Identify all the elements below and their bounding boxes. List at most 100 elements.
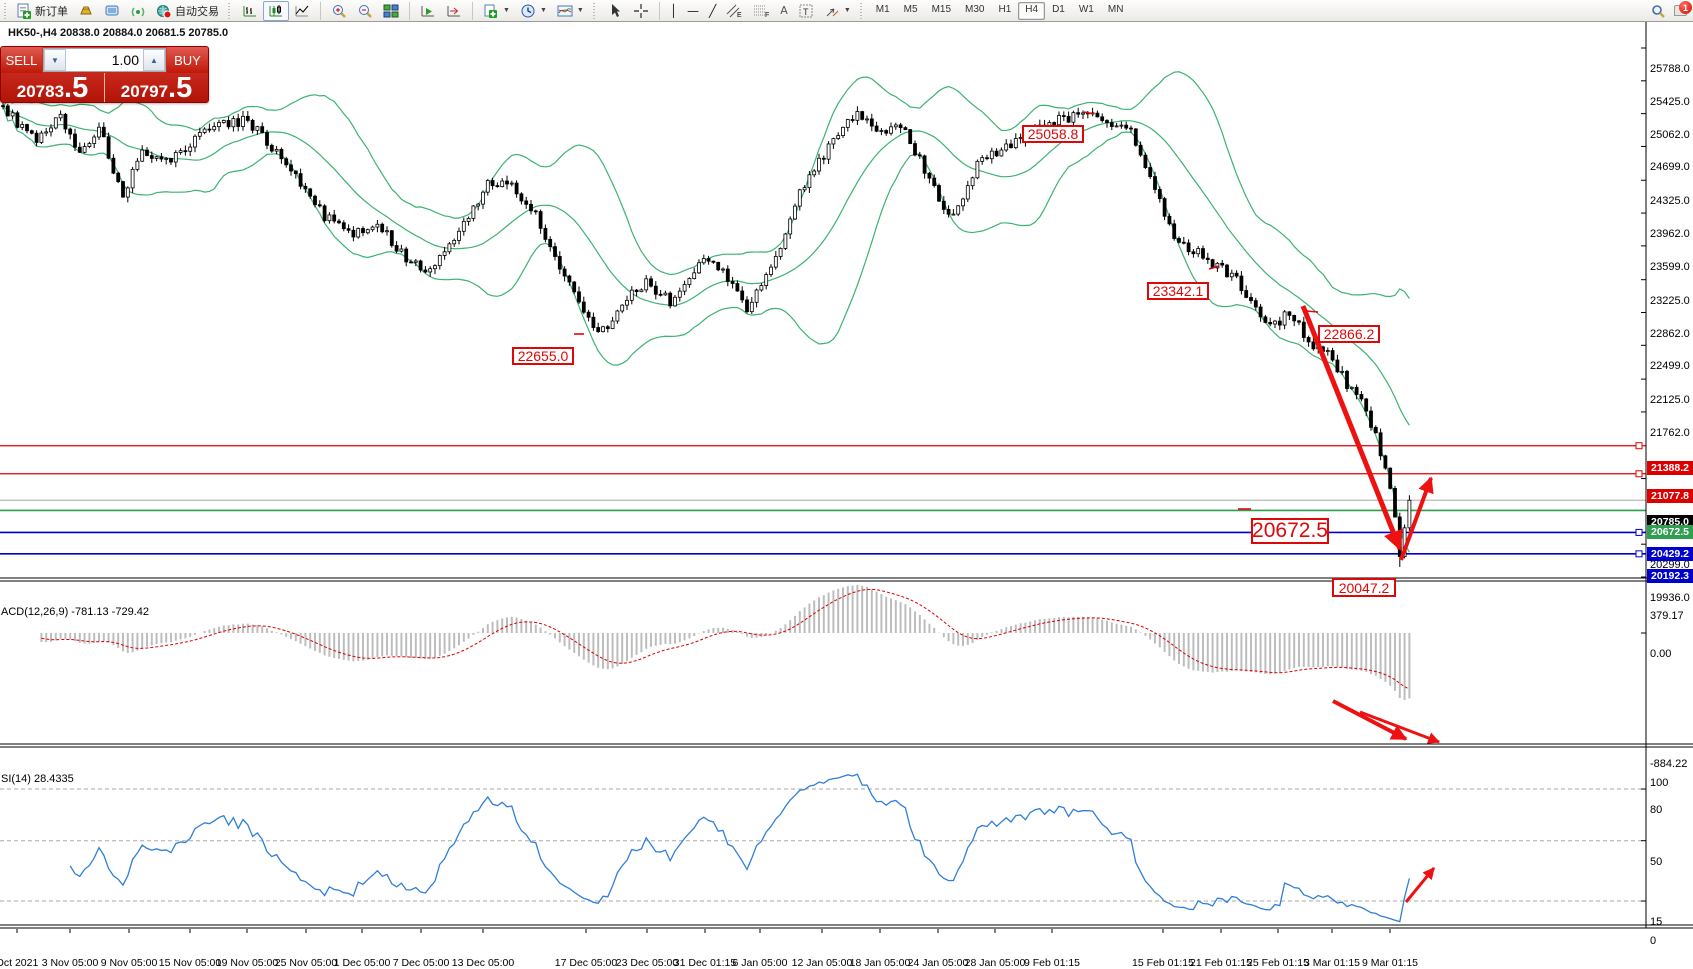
tile-windows-button[interactable] bbox=[378, 1, 404, 21]
volume-decrease-button[interactable]: ▼ bbox=[44, 49, 66, 71]
price-badge-21077.8: 21077.8 bbox=[1647, 489, 1693, 503]
price-annotation[interactable]: 25058.8 bbox=[1022, 125, 1084, 143]
text-button[interactable]: A bbox=[775, 1, 793, 21]
timeframe-button-m1[interactable]: M1 bbox=[869, 2, 897, 20]
new-chart-button[interactable]: ▼ bbox=[478, 1, 515, 21]
macd-scale-zero: 0.00 bbox=[1650, 648, 1671, 660]
vertical-line-button[interactable]: │ bbox=[665, 1, 682, 21]
chart-window[interactable]: HK50-,H4 20838.0 20884.0 20681.5 20785.0… bbox=[0, 22, 1693, 943]
toolbar-drag-handle[interactable] bbox=[228, 3, 233, 19]
bollinger-middle-band bbox=[3, 106, 1409, 425]
x-axis-label: 9 Nov 05:00 bbox=[101, 957, 158, 969]
zoom-in-button[interactable] bbox=[326, 1, 352, 21]
y-axis-tick: 23962.0 bbox=[1650, 228, 1692, 240]
level-line-marker[interactable] bbox=[1636, 471, 1642, 477]
price-annotation[interactable]: 20672.5 bbox=[1251, 518, 1329, 544]
cursor-button[interactable] bbox=[602, 1, 628, 21]
horizontal-line-button[interactable]: — bbox=[682, 1, 704, 21]
text-label-button[interactable]: T bbox=[793, 1, 819, 21]
timeframe-menu-button[interactable]: ▼ bbox=[515, 1, 552, 21]
notifications-button[interactable]: 1 bbox=[1674, 5, 1687, 16]
price-annotation[interactable]: 20047.2 bbox=[1332, 578, 1396, 597]
signals-icon bbox=[130, 3, 146, 19]
metaeditor-icon bbox=[104, 3, 120, 19]
line-chart-button[interactable] bbox=[289, 1, 315, 21]
bar-chart-icon bbox=[242, 3, 258, 19]
clock-icon bbox=[520, 3, 536, 19]
level-line-marker[interactable] bbox=[1636, 551, 1642, 557]
arrow-style-icon bbox=[824, 3, 840, 19]
y-axis-tick: 25062.0 bbox=[1650, 129, 1692, 141]
x-axis-label: 3 Nov 05:00 bbox=[42, 957, 99, 969]
autotrade-button[interactable]: 自动交易 bbox=[151, 1, 224, 21]
chart-canvas[interactable] bbox=[0, 22, 1693, 943]
equidistant-channel-button[interactable]: E bbox=[721, 1, 748, 21]
volume-input[interactable] bbox=[66, 49, 143, 71]
x-axis-label: Oct 2021 bbox=[0, 957, 38, 969]
timeframe-button-m5[interactable]: M5 bbox=[897, 2, 925, 20]
x-axis-label: 6 Jan 05:00 bbox=[733, 957, 788, 969]
buy-button[interactable]: BUY bbox=[167, 47, 208, 73]
signals-button[interactable] bbox=[125, 1, 151, 21]
buy-price[interactable]: 20797 .5 bbox=[105, 73, 208, 103]
timeframe-button-m30[interactable]: M30 bbox=[958, 2, 991, 20]
search-icon[interactable] bbox=[1650, 3, 1666, 19]
level-line-marker[interactable] bbox=[1636, 443, 1642, 449]
bar-chart-button[interactable] bbox=[237, 1, 263, 21]
timeframe-button-w1[interactable]: W1 bbox=[1072, 2, 1101, 20]
chart-shift-button[interactable] bbox=[441, 1, 467, 21]
y-axis-tick: 24325.0 bbox=[1650, 195, 1692, 207]
fibonacci-icon: F bbox=[753, 3, 770, 19]
price-badge-20672.5: 20672.5 bbox=[1647, 525, 1693, 539]
new-order-button[interactable]: 新订单 bbox=[11, 1, 73, 21]
gold-bar-icon bbox=[78, 3, 94, 19]
timeframe-button-h4[interactable]: H4 bbox=[1018, 2, 1045, 20]
trend-arrow[interactable] bbox=[1401, 478, 1431, 560]
timeframe-button-d1[interactable]: D1 bbox=[1045, 2, 1072, 20]
zoom-out-button[interactable] bbox=[352, 1, 378, 21]
sell-price[interactable]: 20783 .5 bbox=[1, 73, 105, 103]
volume-increase-button[interactable]: ▲ bbox=[143, 49, 165, 71]
x-axis-label: 7 Dec 05:00 bbox=[393, 957, 450, 969]
toolbar-drag-handle[interactable] bbox=[4, 3, 9, 19]
trend-arrow[interactable] bbox=[1406, 868, 1434, 902]
price-badge-20192.3: 20192.3 bbox=[1647, 569, 1693, 583]
crosshair-button[interactable] bbox=[628, 1, 654, 21]
x-axis-label: 1 Dec 05:00 bbox=[334, 957, 391, 969]
cursor-icon bbox=[607, 3, 623, 19]
auto-scroll-button[interactable] bbox=[415, 1, 441, 21]
trendline-button[interactable]: ╱ bbox=[704, 1, 721, 21]
zoom-in-icon bbox=[331, 3, 347, 19]
chart-shift-icon bbox=[446, 3, 462, 19]
x-axis-label: 15 Nov 05:00 bbox=[159, 957, 221, 969]
sell-button[interactable]: SELL bbox=[1, 47, 42, 73]
timeframe-button-m15[interactable]: M15 bbox=[925, 2, 958, 20]
x-axis-label: 9 Feb 01:15 bbox=[1024, 957, 1080, 969]
price-annotation[interactable]: 23342.1 bbox=[1147, 282, 1209, 300]
y-axis-tick: 24699.0 bbox=[1650, 161, 1692, 173]
macd-signal-line bbox=[41, 589, 1409, 689]
level-line-marker[interactable] bbox=[1636, 529, 1642, 535]
y-axis-tick: 21762.0 bbox=[1650, 427, 1692, 439]
price-annotation[interactable]: 22655.0 bbox=[512, 347, 574, 365]
macd-scale-bottom: -884.22 bbox=[1650, 758, 1687, 770]
svg-text:E: E bbox=[737, 12, 742, 19]
chart-title: HK50-,H4 20838.0 20884.0 20681.5 20785.0 bbox=[8, 27, 228, 39]
timeframe-button-mn[interactable]: MN bbox=[1101, 2, 1131, 20]
metaeditor-button[interactable] bbox=[99, 1, 125, 21]
arrows-menu-button[interactable]: ▼ bbox=[819, 1, 856, 21]
trend-arrow[interactable] bbox=[1333, 701, 1406, 739]
timeframe-toolbar: M1M5M15M30H1H4D1W1MN bbox=[867, 0, 1133, 22]
channel-icon: E bbox=[726, 3, 743, 19]
y-axis-tick: 22125.0 bbox=[1650, 394, 1692, 406]
candlestick-chart-button[interactable] bbox=[263, 1, 289, 21]
x-axis-label: 13 Dec 05:00 bbox=[452, 957, 514, 969]
market-button[interactable] bbox=[73, 1, 99, 21]
toolbar-drag-handle[interactable] bbox=[860, 3, 865, 19]
toolbar-drag-handle[interactable] bbox=[593, 3, 598, 19]
tile-windows-icon bbox=[383, 3, 399, 19]
timeframe-button-h1[interactable]: H1 bbox=[991, 2, 1018, 20]
fibonacci-button[interactable]: F bbox=[748, 1, 775, 21]
indicators-button[interactable]: ▼ bbox=[552, 1, 589, 21]
price-annotation[interactable]: 22866.2 bbox=[1318, 325, 1380, 343]
